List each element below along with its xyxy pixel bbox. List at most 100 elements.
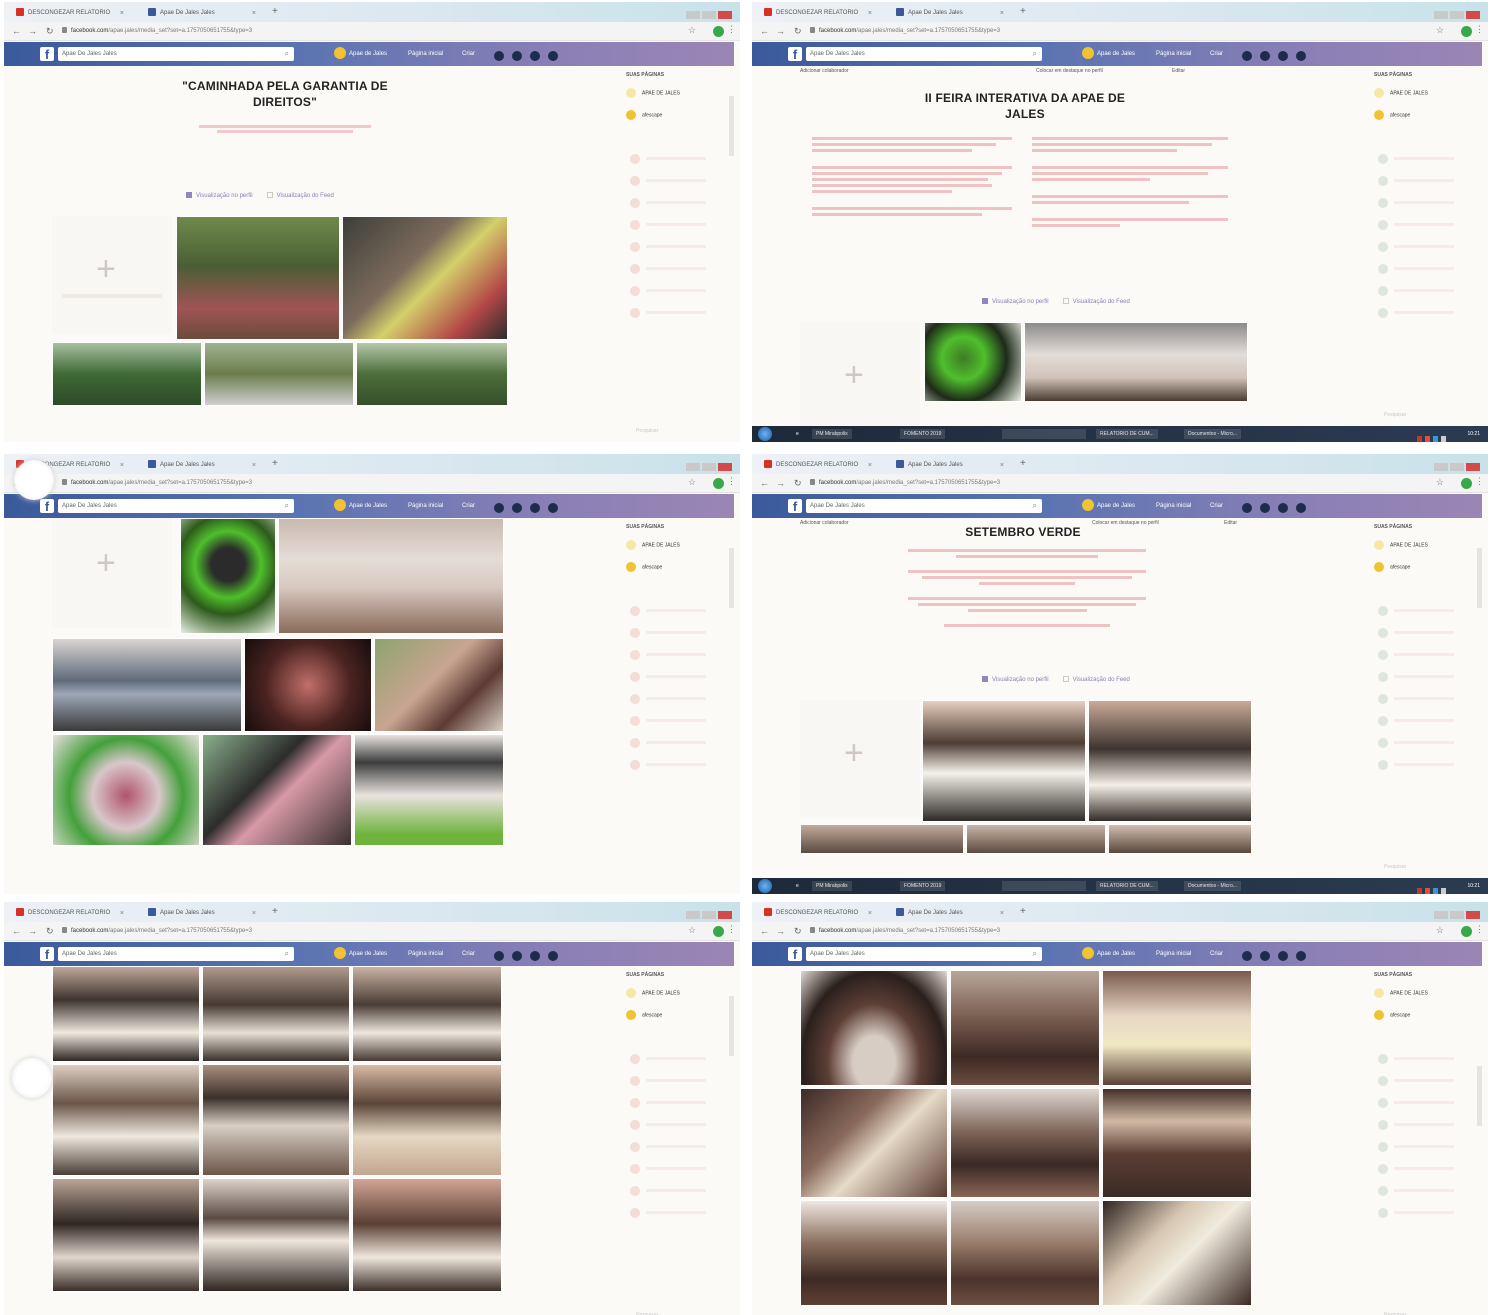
chat-search[interactable]: Pesquisar <box>1384 412 1406 418</box>
facebook-search-input[interactable]: Apae De Jales Jales ⌕ <box>806 947 1042 961</box>
search-icon[interactable]: ⌕ <box>285 947 289 961</box>
contact-row[interactable] <box>630 194 726 208</box>
create-link[interactable]: Criar <box>462 47 475 61</box>
bookmark-star-icon[interactable]: ☆ <box>1436 925 1444 936</box>
close-tab-icon[interactable]: × <box>868 905 872 922</box>
photo[interactable] <box>52 734 200 846</box>
photo[interactable] <box>800 970 948 1086</box>
home-link[interactable]: Página inicial <box>408 499 443 513</box>
back-icon[interactable]: ← <box>760 925 769 937</box>
contact-row[interactable] <box>630 668 726 682</box>
contact-row[interactable] <box>630 690 726 704</box>
contact-row[interactable] <box>630 1094 726 1108</box>
photo[interactable] <box>278 518 504 634</box>
page-link-afescape[interactable]: afescape <box>1374 1010 1410 1020</box>
back-icon[interactable]: ← <box>760 477 769 489</box>
photo[interactable] <box>352 966 502 1062</box>
close-tab-icon[interactable]: × <box>252 457 256 474</box>
photo[interactable] <box>356 342 508 406</box>
browser-tab-gmail[interactable]: DESCONGEZAR RELATORIO × <box>758 5 878 22</box>
bookmark-star-icon[interactable]: ☆ <box>688 477 696 488</box>
browser-menu-icon[interactable]: ⋮ <box>727 924 736 935</box>
photo[interactable] <box>1102 1200 1252 1306</box>
ie-icon[interactable]: e <box>792 881 802 891</box>
facebook-logo[interactable]: f <box>40 47 54 62</box>
create-link[interactable]: Criar <box>462 499 475 513</box>
home-link[interactable]: Página inicial <box>408 947 443 961</box>
notification-icons[interactable] <box>494 948 566 961</box>
back-icon[interactable]: ← <box>12 925 21 937</box>
contact-row[interactable] <box>1378 238 1474 252</box>
search-icon[interactable]: ⌕ <box>1033 47 1037 61</box>
edit-link[interactable]: Editar <box>1224 520 1237 526</box>
contact-row[interactable] <box>630 1138 726 1152</box>
view-toggle[interactable]: Visualização no perfil Visualização do Fe… <box>186 192 334 201</box>
contact-row[interactable] <box>1378 1050 1474 1064</box>
page-link-afescape[interactable]: afescape <box>626 1010 662 1020</box>
ie-icon[interactable]: e <box>792 429 802 439</box>
browser-tab-gmail[interactable]: DESCONGEZAR RELATORIO × <box>10 905 130 922</box>
page-link-apae[interactable]: APAE DE JALES <box>1374 88 1428 98</box>
window-controls[interactable] <box>684 458 734 471</box>
photo[interactable] <box>950 970 1100 1086</box>
taskbar-item[interactable]: RELATORIO DE CUM... <box>1096 881 1158 891</box>
contact-row[interactable] <box>630 172 726 186</box>
contact-row[interactable] <box>1378 194 1474 208</box>
bookmark-star-icon[interactable]: ☆ <box>688 25 696 36</box>
page-link-afescape[interactable]: afescape <box>626 562 662 572</box>
forward-icon[interactable]: → <box>28 25 37 37</box>
edit-link[interactable]: Editar <box>1172 68 1185 74</box>
start-button[interactable] <box>758 427 772 441</box>
taskbar-item[interactable]: FOMENTO 2019 <box>900 881 946 891</box>
url-input[interactable]: facebook.com/apae.jales/media_set?set=a.… <box>62 925 622 938</box>
clock[interactable]: 10:21 <box>1467 429 1480 439</box>
contact-row[interactable] <box>630 712 726 726</box>
contact-row[interactable] <box>1378 150 1474 164</box>
page-link-apae[interactable]: APAE DE JALES <box>626 88 680 98</box>
contact-row[interactable] <box>1378 1182 1474 1196</box>
create-link[interactable]: Criar <box>462 947 475 961</box>
start-button[interactable] <box>758 879 772 893</box>
contact-row[interactable] <box>1378 304 1474 318</box>
contact-row[interactable] <box>630 646 726 660</box>
contact-row[interactable] <box>630 216 726 230</box>
browser-menu-icon[interactable]: ⋮ <box>727 476 736 487</box>
profile-link[interactable]: Apae de Jales <box>1082 499 1135 513</box>
contact-row[interactable] <box>1378 646 1474 660</box>
photo[interactable] <box>352 1178 502 1292</box>
facebook-logo[interactable]: f <box>40 947 54 962</box>
browser-tab-gmail[interactable]: DESCONGEZAR RELATORIO × <box>758 457 878 474</box>
notification-icons[interactable] <box>1242 48 1314 61</box>
bookmark-star-icon[interactable]: ☆ <box>1436 25 1444 36</box>
taskbar-item[interactable] <box>1002 881 1086 891</box>
contact-row[interactable] <box>1378 172 1474 186</box>
contact-row[interactable] <box>1378 712 1474 726</box>
new-tab-button[interactable]: + <box>1020 7 1026 17</box>
contact-row[interactable] <box>630 282 726 296</box>
contact-row[interactable] <box>630 624 726 638</box>
close-tab-icon[interactable]: × <box>1000 905 1004 922</box>
extension-icon[interactable] <box>1461 26 1472 37</box>
browser-tab-facebook[interactable]: Apae De Jales Jales × <box>142 905 262 922</box>
scrollbar[interactable] <box>729 996 734 1056</box>
contact-row[interactable] <box>630 1050 726 1064</box>
page-link-apae[interactable]: APAE DE JALES <box>626 540 680 550</box>
home-link[interactable]: Página inicial <box>1156 499 1191 513</box>
url-input[interactable]: facebook.com/apae.jales/media_set?set=a.… <box>62 477 622 490</box>
taskbar-item[interactable]: PM Mirabpolis <box>812 429 852 439</box>
contact-row[interactable] <box>630 1182 726 1196</box>
page-link-apae[interactable]: APAE DE JALES <box>626 988 680 998</box>
scrollbar[interactable] <box>729 548 734 608</box>
close-tab-icon[interactable]: × <box>252 905 256 922</box>
create-link[interactable]: Criar <box>1210 499 1223 513</box>
page-link-afescape[interactable]: afescape <box>626 110 662 120</box>
photo[interactable] <box>52 1064 200 1176</box>
photo[interactable] <box>52 966 200 1062</box>
url-input[interactable]: facebook.com/apae.jales/media_set?set=a.… <box>810 925 1370 938</box>
notification-icons[interactable] <box>494 48 566 61</box>
scrollbar[interactable] <box>729 96 734 156</box>
page-link-apae[interactable]: APAE DE JALES <box>1374 988 1428 998</box>
photo[interactable] <box>924 322 1022 402</box>
page-link-afescape[interactable]: afescape <box>1374 562 1410 572</box>
chat-search[interactable]: Pesquisar <box>1384 864 1406 870</box>
